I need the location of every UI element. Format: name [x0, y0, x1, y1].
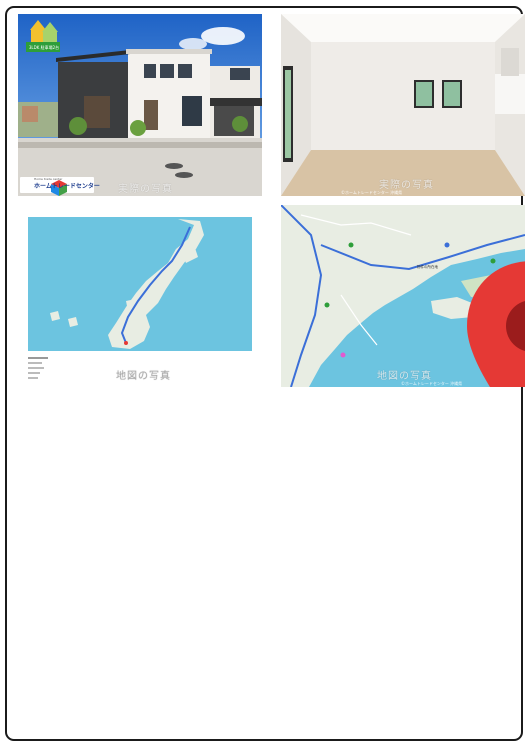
watermark: 地図の写真: [116, 371, 171, 382]
promo-badge: 3LDK 駐車場2台: [20, 16, 66, 56]
pin-label: 物件の所在地: [417, 265, 438, 269]
watermark: 実際の写真: [379, 180, 434, 191]
local-area-map[interactable]: 物件の所在地 地図の写真 ©ホームトレードセンター 沖縄県: [281, 205, 525, 387]
house-exterior-photo[interactable]: 3LDK 駐車場2台 Home trade center ホームトレードセンター…: [18, 14, 262, 196]
watermark: 地図の写真: [377, 371, 432, 382]
house-mascot-icon: [26, 20, 60, 52]
room-illustration: [281, 14, 525, 196]
watermark: 実際の写真: [118, 184, 173, 195]
photo-caption: ©ホームトレードセンター 沖縄県: [341, 190, 403, 195]
okinawa-route-map[interactable]: 地図の写真: [18, 205, 262, 387]
badge-text: 3LDK 駐車場2台: [28, 45, 60, 50]
okinawa-map-illustration: [18, 205, 262, 387]
map-caption: ©ホームトレードセンター 沖縄県: [401, 381, 463, 386]
company-logo: Home trade center ホームトレードセンター: [20, 177, 100, 196]
logo-title: ホームトレードセンター: [34, 183, 100, 190]
living-room-photo[interactable]: 実際の写真 ©ホームトレードセンター 沖縄県: [281, 14, 525, 196]
